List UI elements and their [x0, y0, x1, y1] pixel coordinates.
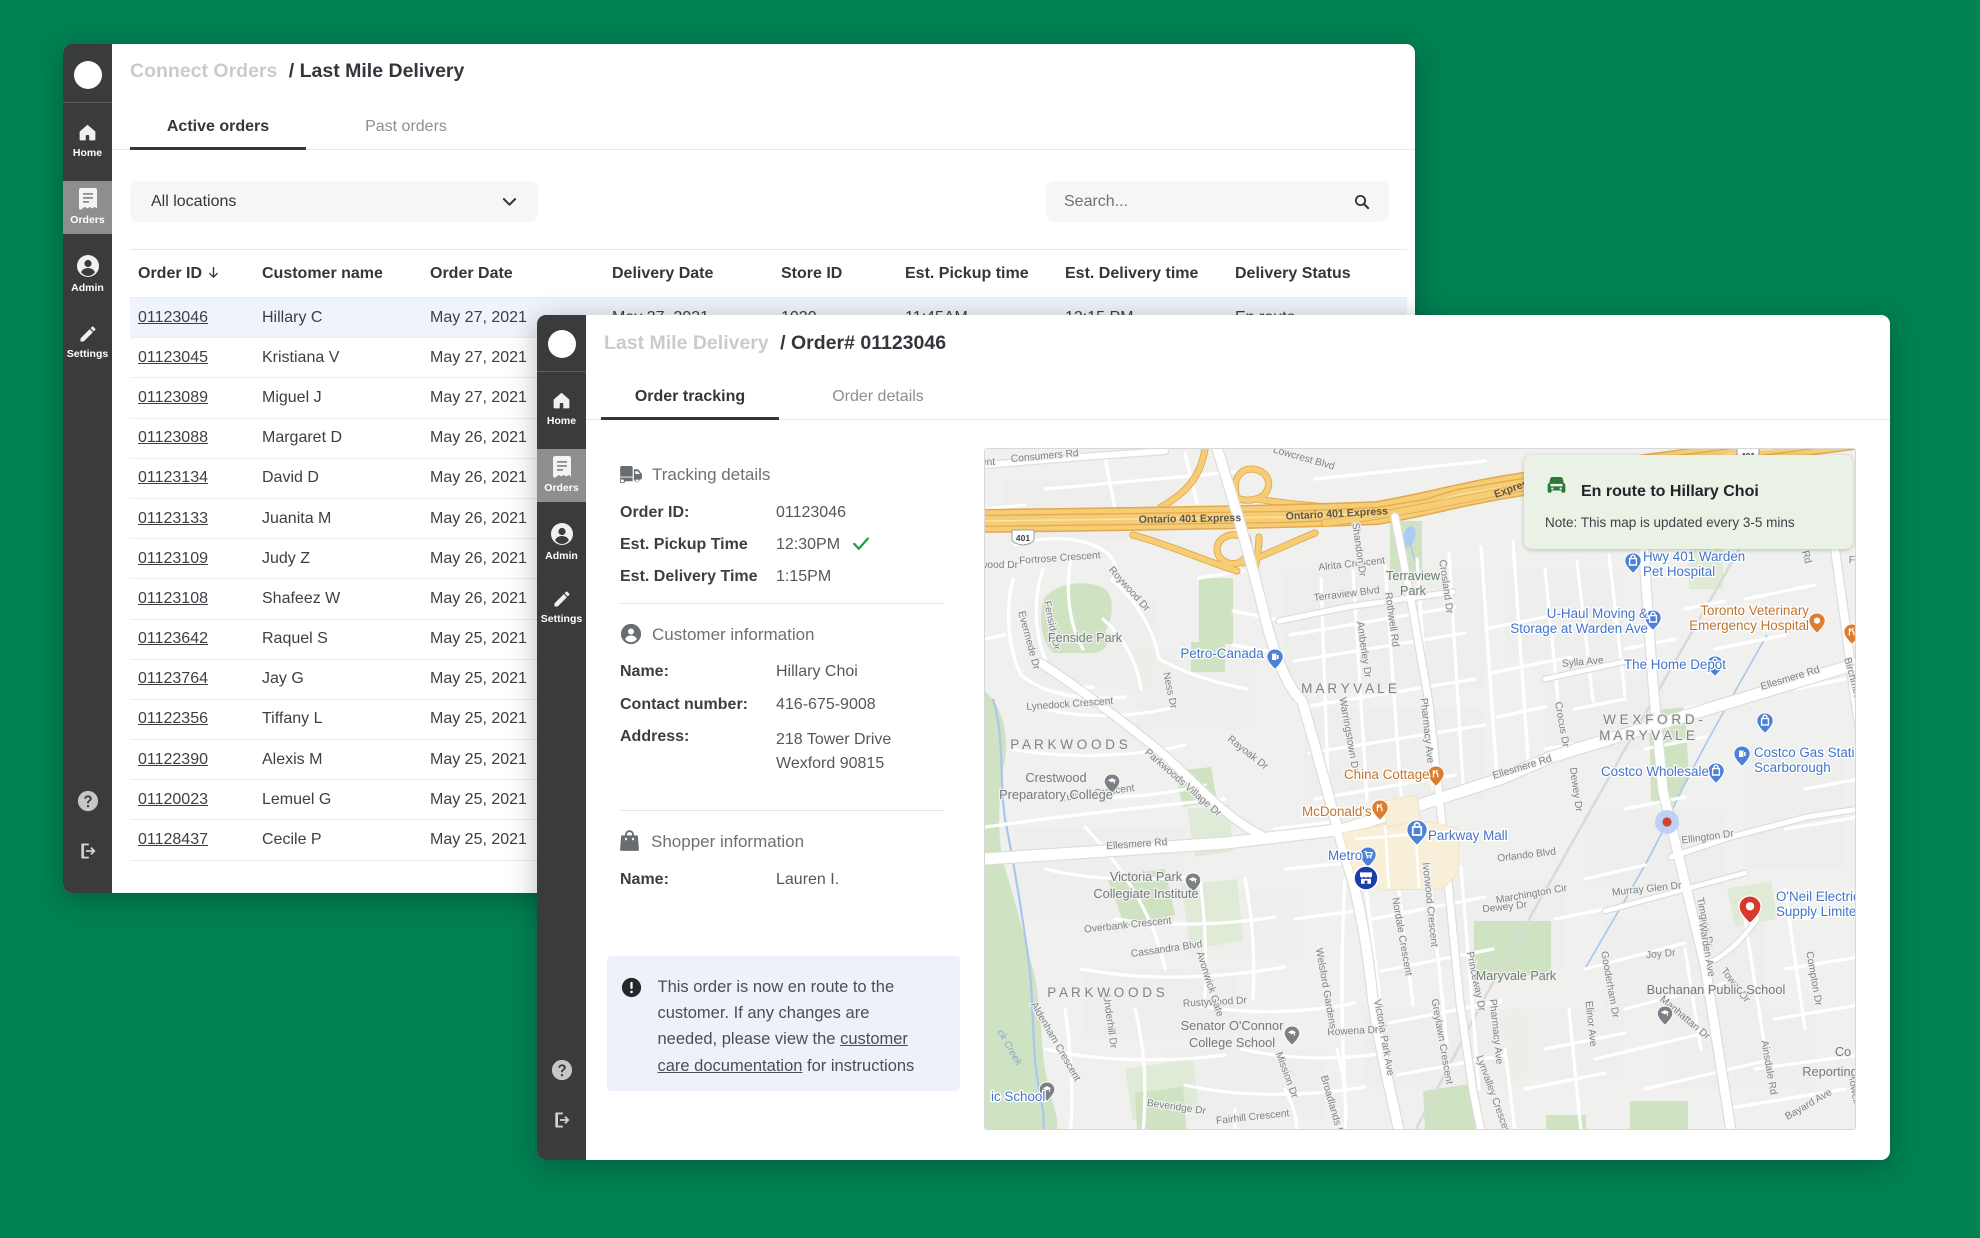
svg-text:Storage at Warden Ave: Storage at Warden Ave	[1510, 621, 1648, 636]
svg-text:Costco Wholesale: Costco Wholesale	[1601, 764, 1709, 779]
svg-text:P A R K W O O D S: P A R K W O O D S	[1047, 985, 1165, 1000]
svg-text:Park: Park	[1400, 584, 1427, 598]
svg-text:Crestwood: Crestwood	[1025, 770, 1086, 785]
svg-text:W E X F O R D -: W E X F O R D -	[1603, 712, 1703, 727]
svg-text:Petro-Canada: Petro-Canada	[1180, 646, 1264, 661]
svg-text:Supply Limited: Supply Limited	[1776, 904, 1856, 919]
svg-text:Toronto Veterinary: Toronto Veterinary	[1700, 603, 1809, 618]
svg-text:Emergency Hospital: Emergency Hospital	[1689, 618, 1809, 633]
svg-text:U-Haul Moving &: U-Haul Moving &	[1547, 606, 1648, 621]
svg-text:Fl: Fl	[1849, 555, 1856, 566]
svg-text:McDonald's: McDonald's	[1302, 804, 1372, 819]
svg-text:wood Dr: wood Dr	[985, 560, 1019, 571]
svg-text:Metro: Metro	[1328, 848, 1362, 863]
svg-text:Preparatory College: Preparatory College	[999, 787, 1113, 802]
svg-text:College School: College School	[1189, 1035, 1275, 1050]
svg-text:Pet Hospital: Pet Hospital	[1643, 564, 1715, 579]
svg-text:Parkway Mall: Parkway Mall	[1428, 828, 1508, 843]
svg-text:Co: Co	[1835, 1044, 1851, 1059]
svg-text:China Cottage: China Cottage	[1344, 767, 1430, 782]
svg-text:Scarborough: Scarborough	[1754, 760, 1831, 775]
svg-text:The Home Depot: The Home Depot	[1624, 657, 1726, 672]
svg-text:Ontario 401 Express: Ontario 401 Express	[1139, 512, 1242, 526]
svg-text:Collegiate Institute: Collegiate Institute	[1093, 886, 1198, 901]
svg-text:M A R Y V A L E: M A R Y V A L E	[1301, 681, 1397, 696]
svg-text:Senator O'Connor: Senator O'Connor	[1181, 1018, 1284, 1033]
svg-text:401: 401	[1016, 533, 1030, 543]
svg-text:M A R Y V A L E: M A R Y V A L E	[1599, 728, 1695, 743]
svg-text:Maryvale Park: Maryvale Park	[1476, 969, 1557, 983]
svg-text:O'Neil Electric: O'Neil Electric	[1776, 889, 1856, 904]
svg-text:Hwy 401 Warden: Hwy 401 Warden	[1643, 549, 1745, 564]
svg-text:P A R K W O O D S: P A R K W O O D S	[1010, 737, 1128, 752]
svg-text:Victoria Park: Victoria Park	[1110, 869, 1183, 884]
svg-text:Buchanan Public School: Buchanan Public School	[1647, 982, 1786, 997]
svg-text:ent: ent	[985, 457, 995, 468]
svg-text:Terraview: Terraview	[1386, 569, 1441, 583]
svg-text:Fenside Park: Fenside Park	[1048, 631, 1123, 645]
svg-text:ic School: ic School	[991, 1089, 1045, 1104]
svg-text:Costco Gas Station: Costco Gas Station	[1754, 745, 1856, 760]
svg-text:Reporting: Reporting	[1802, 1064, 1856, 1079]
